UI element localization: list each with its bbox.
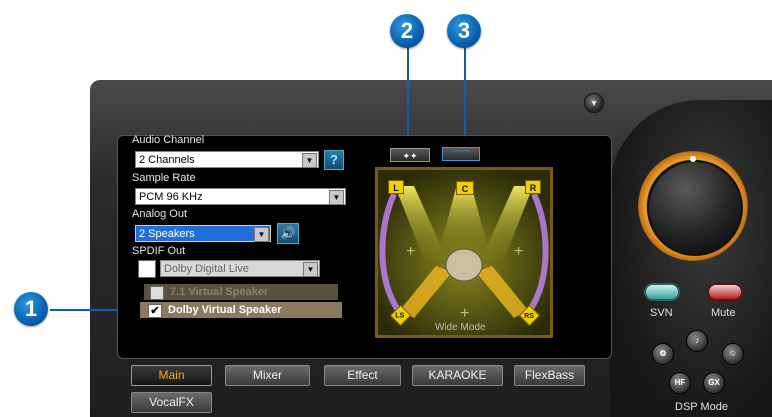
dsp-gx-button[interactable]: GX bbox=[703, 372, 725, 394]
dsp-mode-label: DSP Mode bbox=[675, 401, 728, 413]
dolby-virtual-option[interactable]: ✔ Dolby Virtual Speaker bbox=[140, 302, 342, 318]
tab-vocalfx[interactable]: VocalFX bbox=[131, 392, 212, 413]
svg-text:+: + bbox=[514, 243, 523, 260]
virtual-71-option[interactable]: 7.1 Virtual Speaker bbox=[144, 284, 338, 300]
mute-button[interactable] bbox=[707, 283, 743, 301]
speaker-rs-label: RS bbox=[523, 312, 534, 320]
sample-rate-select[interactable]: PCM 96 KHz ▼ bbox=[135, 188, 346, 205]
spdif-out-value: Dolby Digital Live bbox=[164, 263, 249, 275]
analog-out-label: Analog Out bbox=[132, 208, 188, 220]
chevron-down-icon: ▼ bbox=[302, 153, 317, 168]
callout-1: 1 bbox=[14, 292, 48, 326]
listener-icon bbox=[445, 248, 483, 282]
chevron-down-icon: ▼ bbox=[329, 190, 344, 205]
audio-channel-label: Audio Channel bbox=[132, 134, 205, 146]
audio-channel-value: 2 Channels bbox=[139, 154, 195, 166]
dsp-music-icon[interactable]: ♪ bbox=[686, 330, 708, 352]
audio-channel-select[interactable]: 2 Channels ▼ bbox=[135, 151, 319, 168]
virtual-71-label: 7.1 Virtual Speaker bbox=[170, 286, 269, 298]
speaker-r[interactable]: R bbox=[525, 180, 541, 194]
swap-speaker-button[interactable]: ✦✦ bbox=[390, 148, 430, 162]
spdif-checkbox[interactable] bbox=[138, 260, 156, 278]
virtual-71-checkbox[interactable] bbox=[150, 286, 164, 300]
chevron-down-icon: ▼ bbox=[254, 227, 269, 242]
speaker-test-wave-button[interactable]: ⌒⌒ bbox=[442, 147, 480, 161]
speaker-c[interactable]: C bbox=[456, 181, 474, 195]
dsp-controller-icon[interactable]: ⚙ bbox=[652, 343, 674, 365]
tab-main[interactable]: Main bbox=[131, 365, 212, 386]
help-button[interactable]: ? bbox=[324, 150, 344, 170]
dsp-hf-button[interactable]: HF bbox=[669, 372, 691, 394]
tab-effect[interactable]: Effect bbox=[324, 365, 401, 386]
speaker-test-button[interactable]: 🔊 bbox=[277, 223, 299, 244]
spdif-out-label: SPDIF Out bbox=[132, 245, 186, 257]
mute-label: Mute bbox=[711, 307, 736, 319]
spdif-out-select[interactable]: Dolby Digital Live ▼ bbox=[160, 260, 320, 277]
sample-rate-value: PCM 96 KHz bbox=[139, 191, 203, 203]
dolby-virtual-label: Dolby Virtual Speaker bbox=[168, 304, 282, 316]
analog-out-value: 2 Speakers bbox=[139, 228, 195, 240]
tab-karaoke[interactable]: KARAOKE bbox=[412, 365, 503, 386]
volume-indicator bbox=[690, 156, 696, 162]
menu-icon[interactable]: ▼ bbox=[584, 93, 604, 113]
tab-mixer[interactable]: Mixer bbox=[225, 365, 310, 386]
mode-label: Wide Mode bbox=[435, 322, 486, 333]
callout-2: 2 bbox=[390, 14, 424, 48]
callout-3: 3 bbox=[447, 14, 481, 48]
speaker-ls-label: LS bbox=[395, 312, 405, 320]
svn-label: SVN bbox=[650, 307, 673, 319]
sample-rate-label: Sample Rate bbox=[132, 172, 196, 184]
svn-button[interactable] bbox=[644, 283, 680, 301]
svg-text:+: + bbox=[460, 305, 469, 322]
dsp-robot-icon[interactable]: ☺ bbox=[722, 343, 744, 365]
speaker-visualizer: + + + L C R LS RS Wide Mode bbox=[375, 167, 553, 338]
volume-knob[interactable] bbox=[647, 160, 743, 256]
svg-text:+: + bbox=[406, 243, 415, 260]
dolby-virtual-checkbox[interactable]: ✔ bbox=[148, 304, 162, 318]
analog-out-select[interactable]: 2 Speakers ▼ bbox=[135, 225, 271, 242]
tab-flexbass[interactable]: FlexBass bbox=[514, 365, 585, 386]
chevron-down-icon: ▼ bbox=[303, 262, 318, 277]
speaker-l[interactable]: L bbox=[388, 180, 404, 194]
